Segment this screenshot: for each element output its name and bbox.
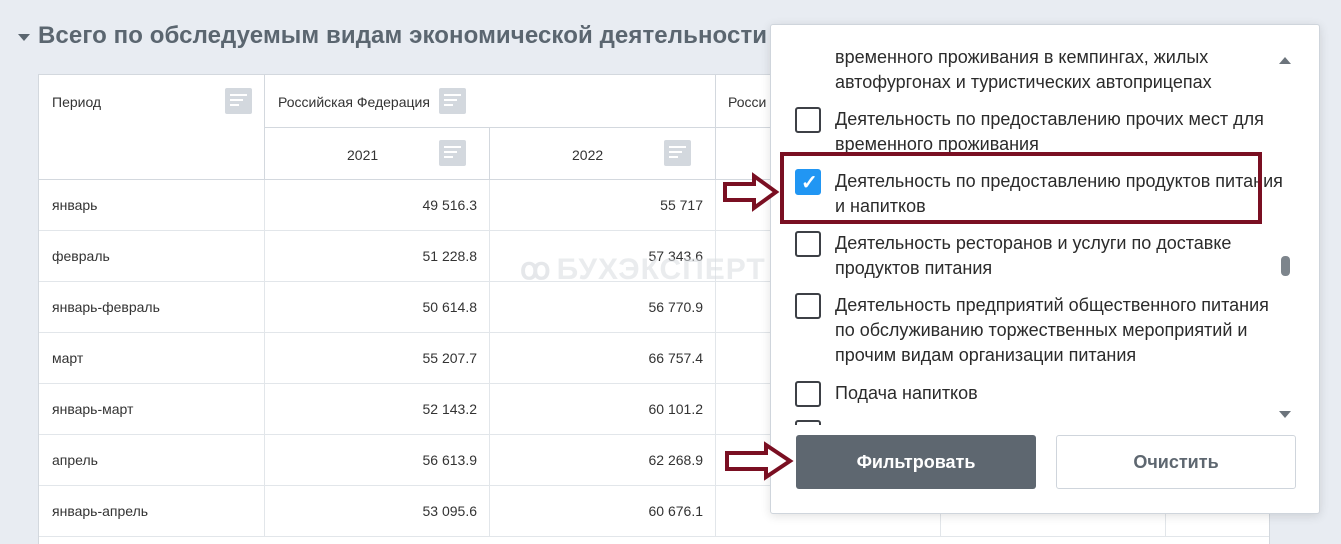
cell-value-2022: 60 101.2 <box>490 384 716 435</box>
filter-option-label: Подача напитков <box>835 383 978 403</box>
checkbox[interactable] <box>795 231 821 257</box>
header-region-rf: Российская Федерация <box>265 75 716 128</box>
filter-option-label: Деятельность по предоставлению продуктов… <box>835 171 1283 216</box>
filter-option[interactable]: Подача напитков <box>795 381 1285 411</box>
scroll-down-arrow-icon[interactable] <box>1279 411 1291 418</box>
section-title: Всего по обследуемым видам экономической… <box>38 22 768 49</box>
cell-value-2021: 53 095.6 <box>265 486 490 537</box>
section-header[interactable]: Всего по обследуемым видам экономической… <box>18 22 767 50</box>
cell-value-2022: 66 757.4 <box>490 333 716 384</box>
filter-popup: временного проживания в кемпингах, жилых… <box>770 24 1320 514</box>
header-year-2021: 2021 <box>265 128 490 180</box>
cell-value-2021: 50 614.8 <box>265 282 490 333</box>
filter-option-partial[interactable] <box>795 420 1285 425</box>
header-year-2021-label: 2021 <box>347 147 379 163</box>
scrollbar-thumb[interactable] <box>1281 256 1290 276</box>
header-region-2-label: Росси <box>728 94 767 110</box>
cell-period: январь-февраль <box>39 282 265 333</box>
cell-value-2021: 55 207.7 <box>265 333 490 384</box>
cell-value-2021: 52 143.2 <box>265 384 490 435</box>
cell-value-2021: 56 613.9 <box>265 435 490 486</box>
filter-icon[interactable] <box>664 140 691 166</box>
cell-period: март <box>39 333 265 384</box>
cell-value-2022: 60 676.1 <box>490 486 716 537</box>
watermark-text: БУХЭКСПЕРТ <box>556 252 766 286</box>
header-year-2022-label: 2022 <box>572 147 604 163</box>
watermark: ꝏ БУХЭКСПЕРТ <box>520 252 766 287</box>
cell-period: январь-март <box>39 384 265 435</box>
cell-value-2021: 49 516.3 <box>265 180 490 231</box>
checkbox[interactable] <box>795 420 821 425</box>
checkbox-checked[interactable] <box>795 169 821 195</box>
cell-value-2022: 55 717 <box>490 180 716 231</box>
cell-value-2022: 56 770.9 <box>490 282 716 333</box>
checkbox[interactable] <box>795 381 821 407</box>
filter-option-label: Деятельность предприятий общественного п… <box>835 295 1269 365</box>
clear-button[interactable]: Очистить <box>1056 435 1296 489</box>
collapse-caret-icon[interactable] <box>18 33 30 41</box>
cell-period: февраль <box>39 231 265 282</box>
filter-icon[interactable] <box>439 140 466 166</box>
filter-option[interactable]: Деятельность предприятий общественного п… <box>795 293 1285 368</box>
filter-option-label: временного проживания в кемпингах, жилых… <box>835 47 1212 92</box>
filter-option-label: Деятельность ресторанов и услуги по дост… <box>835 233 1232 278</box>
cell-value-2021: 51 228.8 <box>265 231 490 282</box>
header-year-2022: 2022 <box>490 128 716 180</box>
filter-icon[interactable] <box>439 88 466 114</box>
header-period: Период <box>39 75 265 180</box>
watermark-logo-icon: ꝏ <box>520 253 550 286</box>
checkbox[interactable] <box>795 107 821 133</box>
filter-option[interactable]: Деятельность по предоставлению продуктов… <box>795 169 1285 219</box>
filter-options-list[interactable]: временного проживания в кемпингах, жилых… <box>771 25 1291 425</box>
checkbox[interactable] <box>795 293 821 319</box>
filter-option[interactable]: временного проживания в кемпингах, жилых… <box>795 45 1285 95</box>
scroll-up-arrow-icon[interactable] <box>1279 57 1291 64</box>
filter-icon[interactable] <box>225 88 252 114</box>
annotation-arrow-icon <box>723 172 780 212</box>
annotation-arrow-icon <box>725 441 794 481</box>
cell-period: апрель <box>39 435 265 486</box>
header-region-rf-label: Российская Федерация <box>278 94 430 110</box>
filter-button[interactable]: Фильтровать <box>796 435 1036 489</box>
filter-option-label: Деятельность по предоставлению прочих ме… <box>835 109 1264 154</box>
cell-value-2022: 62 268.9 <box>490 435 716 486</box>
filter-option[interactable]: Деятельность по предоставлению прочих ме… <box>795 107 1285 157</box>
cell-period: январь-апрель <box>39 486 265 537</box>
filter-option[interactable]: Деятельность ресторанов и услуги по дост… <box>795 231 1285 281</box>
header-period-label: Период <box>52 94 102 110</box>
cell-period: январь <box>39 180 265 231</box>
